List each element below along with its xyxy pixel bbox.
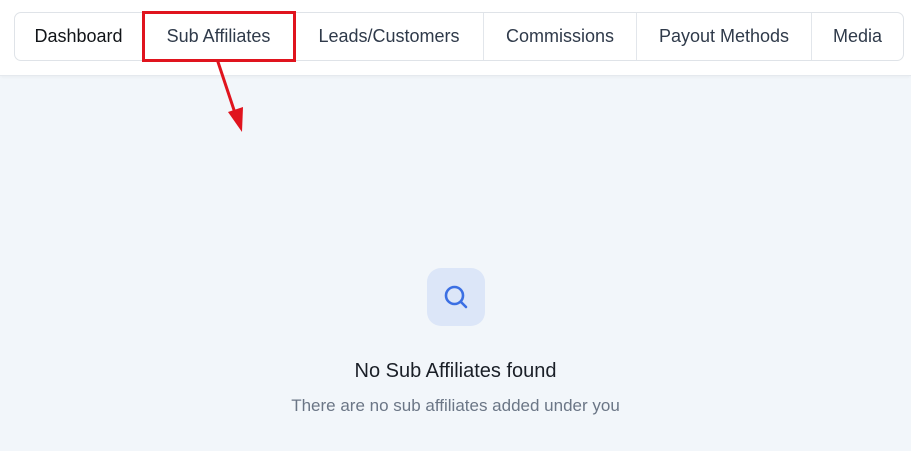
tab-dashboard[interactable]: Dashboard bbox=[15, 13, 143, 60]
empty-state: No Sub Affiliates found There are no sub… bbox=[0, 268, 911, 416]
tab-leads-customers[interactable]: Leads/Customers bbox=[295, 13, 484, 60]
tab-commissions[interactable]: Commissions bbox=[484, 13, 637, 60]
top-navigation-bar: Dashboard Sub Affiliates Leads/Customers… bbox=[0, 0, 911, 76]
empty-state-icon-container bbox=[426, 268, 485, 326]
search-icon bbox=[444, 285, 467, 309]
tab-bar: Dashboard Sub Affiliates Leads/Customers… bbox=[14, 12, 904, 61]
tab-sub-affiliates[interactable]: Sub Affiliates bbox=[143, 13, 295, 60]
tab-payout-methods[interactable]: Payout Methods bbox=[637, 13, 812, 60]
empty-state-title: No Sub Affiliates found bbox=[354, 360, 557, 382]
empty-state-subtitle: There are no sub affiliates added under … bbox=[291, 396, 620, 415]
tab-media[interactable]: Media bbox=[812, 13, 903, 60]
